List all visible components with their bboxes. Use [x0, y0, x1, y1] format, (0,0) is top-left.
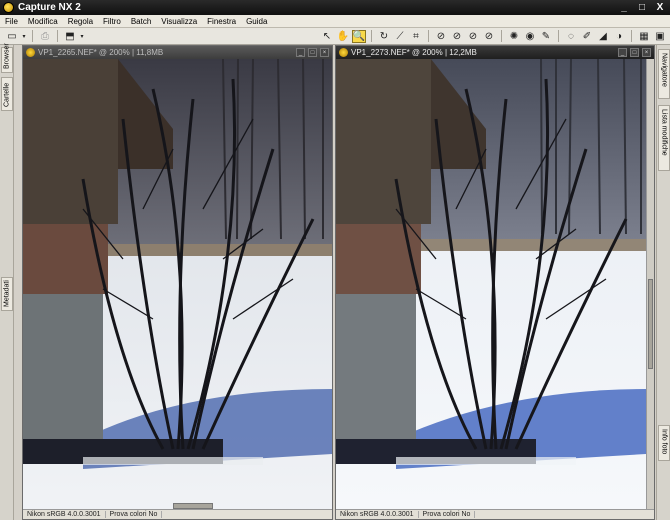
lasso-icon[interactable]: ◌ — [564, 30, 578, 43]
cp-black-icon[interactable]: ⊘ — [434, 30, 448, 43]
gradient-icon[interactable]: ◢ — [596, 30, 610, 43]
tab-metadati[interactable]: Metadati — [1, 277, 13, 311]
app-title: Capture NX 2 — [18, 2, 81, 13]
window-minimize-button[interactable]: _ — [296, 48, 305, 57]
vertical-scrollbar[interactable] — [646, 59, 654, 509]
fill-icon[interactable]: ◑ — [612, 30, 626, 43]
toolbar: ▭ ▾ ⎙ ⬒ ▾ ↖ ✋ 🔍 ↻ ⟋ ⌗ ⊘ ⊘ ⊘ ⊘ ✺ ◉ ✎ ◌ ✐ … — [0, 28, 670, 45]
title-bar: Capture NX 2 _ □ X — [0, 0, 670, 15]
tab-browser[interactable]: Browser — [1, 43, 13, 73]
photo-image — [23, 59, 332, 519]
window-maximize-button[interactable]: □ — [308, 48, 317, 57]
menu-file[interactable]: File — [0, 17, 23, 26]
straighten-icon[interactable]: ⟋ — [393, 30, 407, 43]
browser-icon[interactable]: ▭ — [5, 30, 19, 43]
redeye-icon[interactable]: ✺ — [507, 30, 521, 43]
softproof-status: Prova colori No — [106, 511, 163, 518]
rotate-icon[interactable]: ↻ — [377, 30, 391, 43]
image-window-title-bar[interactable]: VP1_2273.NEF* @ 200% | 12,2MB _ □ × — [336, 46, 654, 59]
tab-navigatore[interactable]: Navigatore — [658, 49, 670, 99]
dropdown-icon[interactable]: ▾ — [21, 30, 27, 43]
color-profile-status: Nikon sRGB 4.0.0.3001 — [336, 511, 419, 518]
vertical-scrollbar-thumb[interactable] — [648, 279, 653, 369]
softproof-status: Prova colori No — [419, 511, 476, 518]
status-bar: Nikon sRGB 4.0.0.3001 Prova colori No — [336, 509, 654, 519]
minimize-button[interactable]: _ — [618, 2, 630, 13]
menu-modifica[interactable]: Modifica — [23, 17, 63, 26]
fullscreen-icon[interactable]: ▣ — [653, 30, 667, 43]
maximize-button[interactable]: □ — [636, 2, 648, 13]
brush-icon[interactable]: ✐ — [580, 30, 594, 43]
menu-batch[interactable]: Batch — [126, 17, 156, 26]
photo-canvas[interactable]: Nikon sRGB 4.0.0.3001 Prova colori No — [23, 59, 332, 519]
window-close-button[interactable]: × — [320, 48, 329, 57]
image-window-title: VP1_2273.NEF* @ 200% | 12,2MB — [351, 48, 477, 57]
photo-canvas[interactable]: Nikon sRGB 4.0.0.3001 Prova colori No — [336, 59, 654, 519]
menu-filtro[interactable]: Filtro — [98, 17, 126, 26]
layout-icon[interactable]: ▦ — [637, 30, 651, 43]
tab-lista-modifiche[interactable]: Lista modifiche — [658, 105, 670, 171]
zoom-icon[interactable]: 🔍 — [352, 29, 366, 43]
photo-image — [336, 59, 646, 509]
tab-info-foto[interactable]: Info foto — [658, 425, 670, 461]
left-dock: Browser Cartelle Metadati — [0, 43, 14, 520]
nx-icon — [339, 48, 348, 57]
close-button[interactable]: X — [654, 2, 666, 13]
cp-neutral-icon[interactable]: ⊘ — [450, 30, 464, 43]
auto-retouch-icon[interactable]: ✎ — [539, 30, 553, 43]
right-dock: Navigatore Lista modifiche Info foto — [656, 45, 670, 520]
printer-icon[interactable]: ⎙ — [38, 30, 52, 43]
image-window-left[interactable]: VP1_2265.NEF* @ 200% | 11,8MB _ □ × Niko… — [22, 45, 333, 520]
menu-regola[interactable]: Regola — [63, 17, 98, 26]
app-logo-icon — [3, 2, 14, 13]
window-maximize-button[interactable]: □ — [630, 48, 639, 57]
image-window-right[interactable]: VP1_2273.NEF* @ 200% | 12,2MB _ □ × Niko… — [335, 45, 655, 520]
tab-cartelle[interactable]: Cartelle — [1, 77, 13, 111]
color-profile-status: Nikon sRGB 4.0.0.3001 — [23, 511, 106, 518]
menu-visualizza[interactable]: Visualizza — [156, 17, 202, 26]
status-bar: Nikon sRGB 4.0.0.3001 Prova colori No — [23, 509, 332, 519]
cp-white-icon[interactable]: ⊘ — [466, 30, 480, 43]
dropdown-icon[interactable]: ▾ — [79, 30, 85, 43]
image-window-title: VP1_2265.NEF* @ 200% | 11,8MB — [38, 48, 164, 57]
arrow-icon[interactable]: ↖ — [320, 30, 334, 43]
export-icon[interactable]: ⬒ — [63, 30, 77, 43]
hand-icon[interactable]: ✋ — [336, 30, 350, 43]
nx-icon — [26, 48, 35, 57]
crop-icon[interactable]: ⌗ — [409, 30, 423, 43]
menu-finestra[interactable]: Finestra — [202, 17, 241, 26]
eye-icon[interactable]: ◉ — [523, 30, 537, 43]
image-window-title-bar[interactable]: VP1_2265.NEF* @ 200% | 11,8MB _ □ × — [23, 46, 332, 59]
window-close-button[interactable]: × — [642, 48, 651, 57]
menu-guida[interactable]: Guida — [241, 17, 272, 26]
window-minimize-button[interactable]: _ — [618, 48, 627, 57]
cp-color-icon[interactable]: ⊘ — [482, 30, 496, 43]
menu-bar: File Modifica Regola Filtro Batch Visual… — [0, 15, 670, 28]
